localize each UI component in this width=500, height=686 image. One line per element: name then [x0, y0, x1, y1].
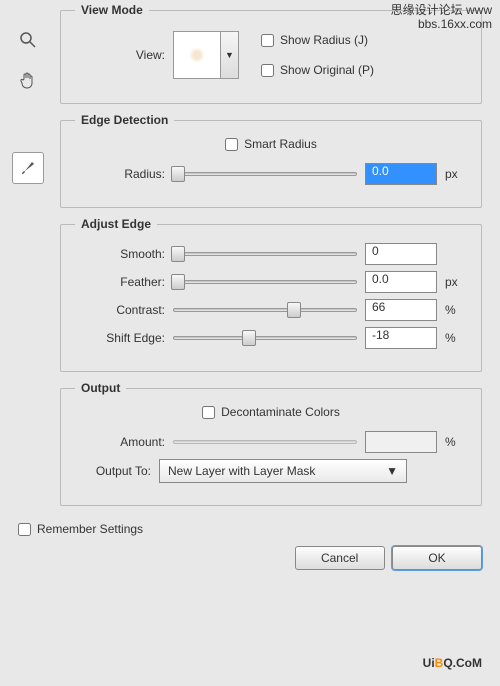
feather-label: Feather:: [75, 275, 165, 289]
feather-input[interactable]: 0.0: [365, 271, 437, 293]
remember-settings-checkbox[interactable]: Remember Settings: [18, 522, 500, 536]
show-original-box[interactable]: [261, 64, 274, 77]
smart-radius-label: Smart Radius: [244, 137, 317, 151]
smart-radius-box[interactable]: [225, 138, 238, 151]
contrast-slider[interactable]: [173, 308, 357, 312]
edge-detection-legend: Edge Detection: [75, 113, 174, 127]
smooth-input[interactable]: 0: [365, 243, 437, 265]
shift-edge-input[interactable]: -18: [365, 327, 437, 349]
brand-watermark: UiBQ.CoM: [423, 651, 482, 672]
shift-edge-unit: %: [445, 331, 467, 345]
amount-input: [365, 431, 437, 453]
radius-input[interactable]: 0.0: [365, 163, 437, 185]
ok-button[interactable]: OK: [392, 546, 482, 570]
decontaminate-checkbox[interactable]: Decontaminate Colors: [202, 405, 340, 419]
amount-unit: %: [445, 435, 467, 449]
feather-unit: px: [445, 275, 467, 289]
radius-unit: px: [445, 167, 467, 181]
view-preview-swatch: [173, 31, 221, 79]
show-original-checkbox[interactable]: Show Original (P): [261, 63, 374, 77]
decontaminate-label: Decontaminate Colors: [221, 405, 340, 419]
smooth-slider[interactable]: [173, 252, 357, 256]
contrast-unit: %: [445, 303, 467, 317]
shift-edge-label: Shift Edge:: [75, 331, 165, 345]
output-group: Output Decontaminate Colors Amount: % Ou…: [60, 388, 482, 506]
feather-slider[interactable]: [173, 280, 357, 284]
view-label: View:: [75, 48, 165, 62]
show-radius-label: Show Radius (J): [280, 33, 368, 47]
contrast-input[interactable]: 66: [365, 299, 437, 321]
remember-label: Remember Settings: [37, 522, 143, 536]
brush-tool[interactable]: [12, 152, 44, 184]
show-radius-checkbox[interactable]: Show Radius (J): [261, 33, 374, 47]
view-preview-dropdown[interactable]: ▼: [173, 31, 239, 79]
radius-label: Radius:: [75, 167, 165, 181]
chevron-down-icon: ▼: [221, 31, 239, 79]
view-mode-legend: View Mode: [75, 3, 149, 17]
output-legend: Output: [75, 381, 126, 395]
decontaminate-box[interactable]: [202, 406, 215, 419]
magnifier-icon: [18, 30, 38, 50]
watermark: 思缘设计论坛 www bbs.16xx.com: [391, 3, 492, 31]
remember-box[interactable]: [18, 523, 31, 536]
tool-palette: [12, 24, 52, 192]
hand-icon: [18, 70, 38, 90]
show-radius-box[interactable]: [261, 34, 274, 47]
contrast-label: Contrast:: [75, 303, 165, 317]
brush-icon: [18, 158, 38, 178]
shift-edge-slider[interactable]: [173, 336, 357, 340]
output-to-value: New Layer with Layer Mask: [168, 464, 315, 478]
show-original-label: Show Original (P): [280, 63, 374, 77]
radius-slider[interactable]: [173, 172, 357, 176]
edge-detection-group: Edge Detection Smart Radius Radius: 0.0 …: [60, 120, 482, 208]
output-to-select[interactable]: New Layer with Layer Mask ▼: [159, 459, 407, 483]
cancel-button[interactable]: Cancel: [295, 546, 385, 570]
amount-slider: [173, 440, 357, 444]
amount-label: Amount:: [75, 435, 165, 449]
chevron-down-icon: ▼: [386, 464, 398, 478]
smart-radius-checkbox[interactable]: Smart Radius: [225, 137, 317, 151]
smooth-label: Smooth:: [75, 247, 165, 261]
output-to-label: Output To:: [75, 464, 151, 478]
zoom-tool[interactable]: [12, 24, 44, 56]
hand-tool[interactable]: [12, 64, 44, 96]
adjust-edge-legend: Adjust Edge: [75, 217, 157, 231]
adjust-edge-group: Adjust Edge Smooth: 0 Feather: 0.0 px Co…: [60, 224, 482, 372]
